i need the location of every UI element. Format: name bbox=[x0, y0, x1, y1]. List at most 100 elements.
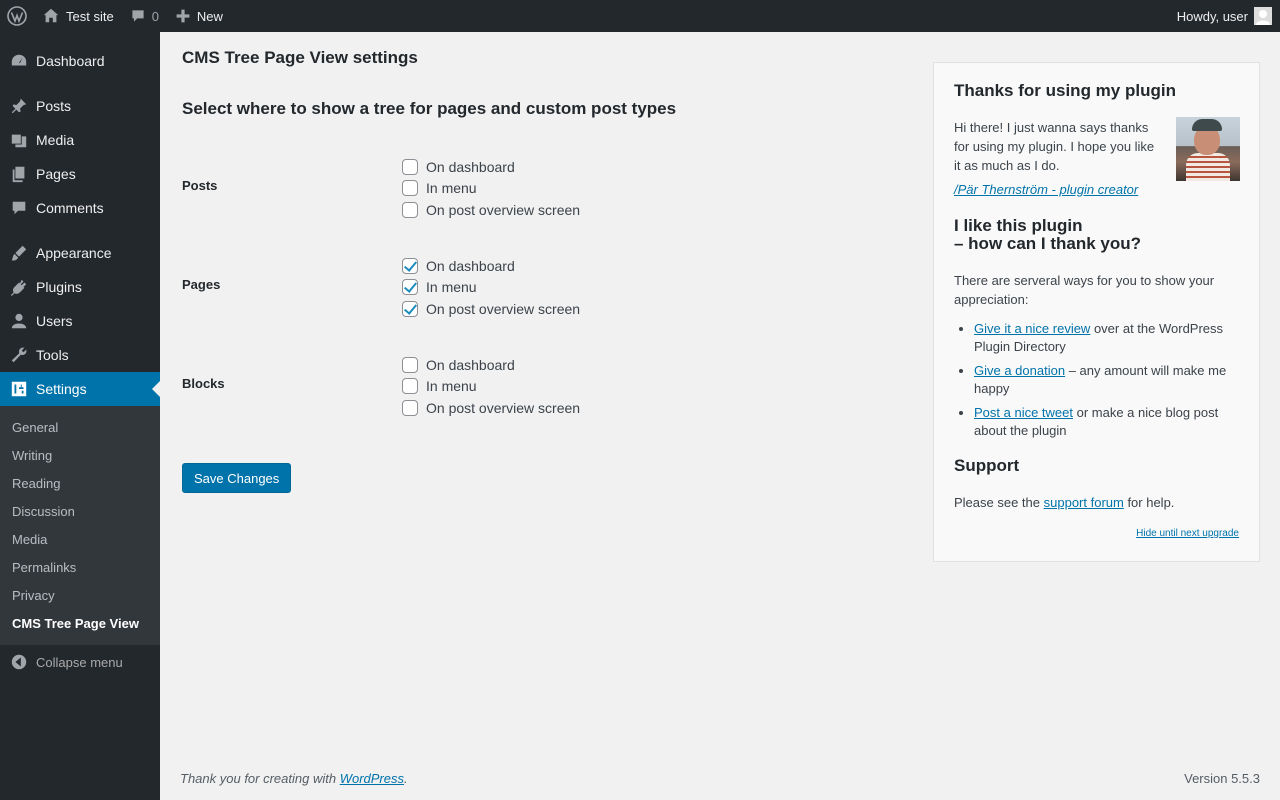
option-label: On dashboard bbox=[426, 257, 515, 274]
comment-icon bbox=[12, 201, 26, 215]
submenu-item-privacy[interactable]: Privacy bbox=[0, 581, 160, 609]
wordpress-logo-button[interactable] bbox=[0, 0, 34, 32]
footer-thanks: Thank you for creating with WordPress. bbox=[180, 771, 408, 786]
tweet-link[interactable]: Post a nice tweet bbox=[974, 405, 1073, 420]
user-avatar-icon bbox=[1256, 10, 1270, 25]
sidebar-item-tools[interactable]: Tools bbox=[0, 338, 160, 372]
comments-link[interactable]: 0 bbox=[122, 0, 167, 32]
option-label: On post overview screen bbox=[426, 201, 581, 218]
sidebar-item-label: Appearance bbox=[36, 245, 112, 261]
sidebar-item-users[interactable]: Users bbox=[0, 304, 160, 338]
comment-icon bbox=[132, 10, 144, 22]
submenu-item-writing[interactable]: Writing bbox=[0, 441, 160, 469]
blocks-on-post-overview-checkbox[interactable] bbox=[402, 399, 418, 416]
ways-text: There are serveral ways for you to show … bbox=[954, 273, 1215, 307]
sidebar-item-label: Dashboard bbox=[36, 53, 105, 69]
section-title: Select where to show a tree for pages an… bbox=[182, 99, 677, 118]
dashboard-icon bbox=[11, 54, 27, 66]
like-title-line-1: I like this plugin bbox=[954, 216, 1083, 235]
sidebar-item-label: Plugins bbox=[36, 279, 82, 295]
posts-on-post-overview-option[interactable]: On post overview screen bbox=[402, 199, 580, 221]
option-label: On post overview screen bbox=[426, 399, 581, 416]
support-text: Please see the support forum for help. bbox=[954, 493, 1174, 512]
my-account-link[interactable]: Howdy, user bbox=[1177, 7, 1280, 25]
pages-in-menu-checkbox[interactable] bbox=[402, 279, 418, 296]
support-text-pre: Please see the bbox=[954, 495, 1044, 510]
pages-in-menu-option[interactable]: In menu bbox=[402, 277, 580, 299]
settings-row-blocks: Blocks On dashboard In menu On post over… bbox=[182, 354, 782, 420]
plugin-info-box: Thanks for using my plugin Hi there! I j… bbox=[933, 62, 1260, 562]
blocks-on-dashboard-checkbox[interactable] bbox=[402, 356, 418, 373]
review-link[interactable]: Give it a nice review bbox=[974, 321, 1090, 336]
sidebar-item-label: Users bbox=[36, 313, 73, 329]
plus-icon bbox=[176, 9, 190, 23]
like-title-line-2: – how can I thank you? bbox=[954, 234, 1142, 253]
plug-icon bbox=[10, 279, 27, 296]
blocks-on-post-overview-option[interactable]: On post overview screen bbox=[402, 397, 580, 419]
options-group: On dashboard In menu On post overview sc… bbox=[402, 354, 580, 419]
site-name: Test site bbox=[66, 8, 114, 24]
sidebar-item-settings[interactable]: Settings bbox=[0, 372, 160, 406]
version-text: Version 5.5.3 bbox=[1184, 771, 1260, 786]
sidebar-item-appearance[interactable]: Appearance bbox=[0, 236, 160, 270]
plugin-creator-link[interactable]: /Pär Thernström - plugin creator bbox=[954, 182, 1138, 197]
row-label: Posts bbox=[182, 178, 218, 193]
main-content: CMS Tree Page View settings Select where… bbox=[160, 32, 1280, 800]
support-forum-link[interactable]: support forum bbox=[1044, 495, 1124, 510]
like-plugin-title: I like this plugin – how can I thank you… bbox=[954, 217, 1141, 253]
avatar bbox=[1254, 7, 1272, 25]
howdy-text: Howdy, user bbox=[1176, 8, 1248, 24]
settings-icon bbox=[11, 381, 27, 397]
submenu-item-discussion[interactable]: Discussion bbox=[0, 497, 160, 525]
blocks-on-dashboard-option[interactable]: On dashboard bbox=[402, 354, 580, 376]
donation-link[interactable]: Give a donation bbox=[974, 363, 1065, 378]
options-group: On dashboard In menu On post overview sc… bbox=[402, 156, 580, 221]
support-title: Support bbox=[954, 456, 1020, 475]
save-changes-button[interactable]: Save Changes bbox=[182, 463, 292, 493]
media-icon bbox=[11, 134, 27, 148]
wrench-icon bbox=[11, 347, 27, 363]
sidebar-item-label: Tools bbox=[36, 347, 69, 363]
settings-submenu: General Writing Reading Discussion Media… bbox=[0, 406, 160, 645]
pages-on-post-overview-checkbox[interactable] bbox=[402, 300, 418, 317]
sidebar-item-media[interactable]: Media bbox=[0, 123, 160, 157]
sidebar-item-label: Comments bbox=[36, 200, 104, 216]
submenu-item-general[interactable]: General bbox=[0, 413, 160, 441]
wordpress-link[interactable]: WordPress bbox=[340, 771, 404, 786]
row-label: Pages bbox=[182, 277, 221, 292]
posts-on-post-overview-checkbox[interactable] bbox=[402, 201, 418, 218]
submenu-item-media[interactable]: Media bbox=[0, 525, 160, 553]
new-content-link[interactable]: New bbox=[167, 0, 231, 32]
blocks-in-menu-option[interactable]: In menu bbox=[402, 376, 580, 398]
pages-icon bbox=[12, 166, 25, 183]
pages-on-post-overview-option[interactable]: On post overview screen bbox=[402, 298, 580, 320]
sidebar-item-dashboard[interactable]: Dashboard bbox=[0, 44, 160, 78]
hide-until-upgrade-link[interactable]: Hide until next upgrade bbox=[1136, 528, 1239, 539]
collapse-menu-button[interactable]: Collapse menu bbox=[0, 645, 160, 679]
posts-on-dashboard-checkbox[interactable] bbox=[402, 158, 418, 175]
home-icon bbox=[43, 8, 59, 23]
site-name-link[interactable]: Test site bbox=[34, 0, 122, 32]
sidebar-item-label: Posts bbox=[36, 98, 72, 114]
submenu-item-reading[interactable]: Reading bbox=[0, 469, 160, 497]
sidebar-item-plugins[interactable]: Plugins bbox=[0, 270, 160, 304]
sidebar-item-pages[interactable]: Pages bbox=[0, 157, 160, 191]
settings-row-pages: Pages On dashboard In menu On post overv… bbox=[182, 255, 782, 321]
thanks-title: Thanks for using my plugin bbox=[954, 81, 1176, 100]
posts-in-menu-option[interactable]: In menu bbox=[402, 178, 580, 200]
pages-on-dashboard-option[interactable]: On dashboard bbox=[402, 255, 580, 277]
posts-in-menu-checkbox[interactable] bbox=[402, 180, 418, 197]
sidebar-item-posts[interactable]: Posts bbox=[0, 89, 160, 123]
pages-on-dashboard-checkbox[interactable] bbox=[402, 257, 418, 274]
blocks-in-menu-checkbox[interactable] bbox=[402, 378, 418, 395]
submenu-item-permalinks[interactable]: Permalinks bbox=[0, 553, 160, 581]
new-label: New bbox=[196, 8, 223, 24]
row-label: Blocks bbox=[182, 376, 225, 391]
submenu-item-cms-tree-page-view[interactable]: CMS Tree Page View bbox=[0, 609, 160, 637]
pin-icon bbox=[11, 98, 27, 114]
comments-count: 0 bbox=[151, 8, 159, 24]
posts-on-dashboard-option[interactable]: On dashboard bbox=[402, 156, 580, 178]
sidebar-item-comments[interactable]: Comments bbox=[0, 191, 160, 225]
sidebar-item-label: Pages bbox=[36, 166, 76, 182]
option-label: In menu bbox=[426, 378, 477, 395]
